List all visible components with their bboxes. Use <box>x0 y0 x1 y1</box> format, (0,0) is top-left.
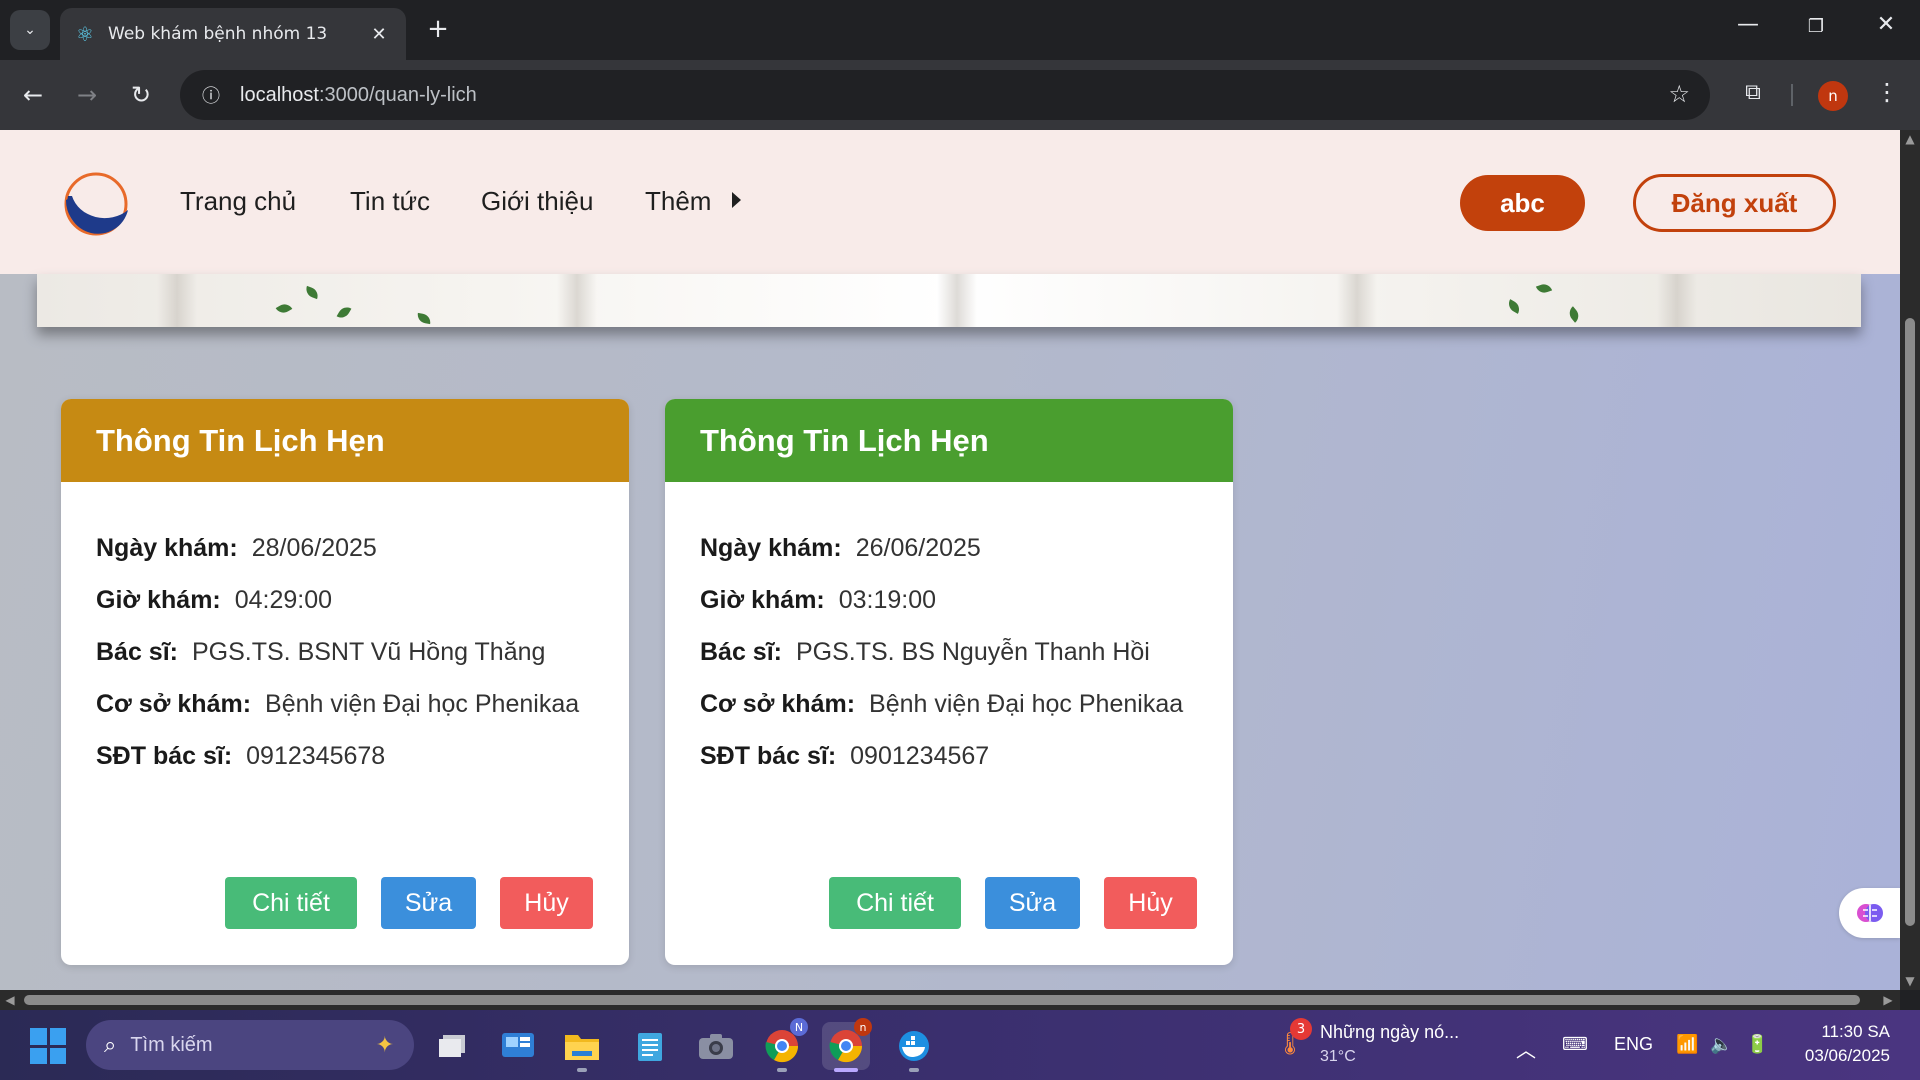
vertical-scrollbar[interactable]: ▲ ▼ <box>1900 130 1920 990</box>
copilot-sparkle-icon: ✦ <box>375 1032 394 1058</box>
clock-date: 03/06/2025 <box>1804 1046 1890 1065</box>
browser-menu-icon[interactable]: ⋮ <box>1872 78 1902 106</box>
appointment-card: Thông Tin Lịch Hẹn Ngày khám: 28/06/2025 … <box>61 399 629 965</box>
profile-badge: N <box>790 1018 808 1036</box>
facility-row: Cơ sở khám: Bệnh viện Đại học Phenikaa <box>96 690 580 718</box>
search-placeholder: Tìm kiếm <box>130 1033 213 1056</box>
appointment-date-row: Ngày khám: 28/06/2025 <box>96 534 377 562</box>
appointment-time-row: Giờ khám: 03:19:00 <box>700 586 937 614</box>
scroll-down-icon[interactable]: ▼ <box>1900 974 1920 988</box>
forward-button[interactable]: → <box>70 78 104 112</box>
facility-row: Cơ sở khám: Bệnh viện Đại học Phenikaa <box>700 690 1184 718</box>
url-text: localhost:3000/quan-ly-lich <box>240 83 477 106</box>
hero-banner-image <box>37 274 1861 327</box>
new-tab-button[interactable]: + <box>422 14 454 44</box>
profile-avatar[interactable]: n <box>1818 81 1848 111</box>
card-title: Thông Tin Lịch Hẹn <box>96 422 385 458</box>
weather-alert-badge: 3 <box>1290 1018 1312 1040</box>
detail-button[interactable]: Chi tiết <box>829 877 961 929</box>
react-icon: ⚛ <box>76 22 94 46</box>
brain-icon <box>1856 904 1883 922</box>
weather-temperature[interactable]: 31°C <box>1320 1048 1356 1066</box>
nav-news[interactable]: Tin tức <box>350 186 430 217</box>
clock-time: 11:30 SA <box>1821 1022 1890 1041</box>
chrome-profile-2-icon[interactable]: n <box>822 1018 872 1072</box>
site-logo[interactable] <box>58 166 134 242</box>
wifi-icon[interactable]: 📶 <box>1676 1034 1698 1055</box>
doctor-row: Bác sĩ: PGS.TS. BS Nguyễn Thanh Hồi <box>700 638 1150 666</box>
bookmark-star-icon[interactable]: ☆ <box>1668 80 1690 108</box>
weather-title[interactable]: Những ngày nó... <box>1320 1022 1459 1043</box>
windows-start-icon[interactable] <box>30 1028 66 1064</box>
card-header: Thông Tin Lịch Hẹn <box>61 399 629 482</box>
site-header: Trang chủ Tin tức Giới thiệu Thêm abc Đă… <box>0 130 1900 274</box>
restore-button[interactable]: ❐ <box>1796 16 1836 37</box>
horizontal-scroll-thumb[interactable] <box>24 995 1860 1005</box>
browser-tab[interactable]: ⚛ Web khám bệnh nhóm 13 ✕ <box>60 8 406 60</box>
widgets-app-icon[interactable] <box>494 1022 542 1070</box>
windows-taskbar: ⌕ Tìm kiếm ✦ N n 🌡 3 Những ngày nó... 31… <box>0 1010 1920 1080</box>
address-bar[interactable]: ⓘ localhost:3000/quan-ly-lich ☆ <box>180 70 1710 120</box>
search-icon: ⌕ <box>104 1032 117 1058</box>
vertical-scroll-thumb[interactable] <box>1905 318 1915 926</box>
browser-tab-strip: ⌄ ⚛ Web khám bệnh nhóm 13 ✕ + — ❐ ✕ <box>0 0 1920 60</box>
edit-button[interactable]: Sửa <box>985 877 1080 929</box>
detail-button[interactable]: Chi tiết <box>225 877 357 929</box>
logout-button[interactable]: Đăng xuất <box>1633 174 1836 232</box>
cancel-appointment-button[interactable]: Hủy <box>500 877 593 929</box>
docker-icon[interactable] <box>890 1022 938 1072</box>
keyboard-icon[interactable]: ⌨ <box>1562 1034 1588 1055</box>
card-title: Thông Tin Lịch Hẹn <box>700 422 989 458</box>
nav-about[interactable]: Giới thiệu <box>481 186 593 217</box>
input-language[interactable]: ENG <box>1614 1034 1653 1055</box>
doctor-row: Bác sĩ: PGS.TS. BSNT Vũ Hồng Thăng <box>96 638 546 666</box>
camera-app-icon[interactable] <box>692 1022 740 1070</box>
user-account-button[interactable]: abc <box>1460 175 1585 231</box>
nav-home[interactable]: Trang chủ <box>180 186 296 217</box>
caret-right-icon[interactable] <box>732 192 741 208</box>
scroll-right-icon[interactable]: ▶ <box>1878 993 1898 1007</box>
minimize-button[interactable]: — <box>1728 12 1768 37</box>
taskbar-search[interactable]: ⌕ Tìm kiếm ✦ <box>86 1020 414 1070</box>
close-window-button[interactable]: ✕ <box>1866 12 1906 37</box>
edit-button[interactable]: Sửa <box>381 877 476 929</box>
appointment-time-row: Giờ khám: 04:29:00 <box>96 586 333 614</box>
show-hidden-icons-chevron-icon[interactable]: ︿ <box>1516 1034 1536 1063</box>
chrome-profile-1-icon[interactable]: N <box>758 1018 808 1072</box>
card-header: Thông Tin Lịch Hẹn <box>665 399 1233 482</box>
browser-toolbar: ← → ↻ ⓘ localhost:3000/quan-ly-lich ☆ ⧉ … <box>0 60 1920 130</box>
doctor-phone-row: SĐT bác sĩ: 0912345678 <box>96 742 386 770</box>
appointment-date-row: Ngày khám: 26/06/2025 <box>700 534 981 562</box>
reload-button[interactable]: ↻ <box>124 78 158 112</box>
close-tab-icon[interactable]: ✕ <box>366 24 392 45</box>
volume-icon[interactable]: 🔈 <box>1710 1034 1732 1055</box>
profile-badge: n <box>854 1018 872 1036</box>
tab-search-button[interactable]: ⌄ <box>10 10 50 50</box>
appointment-card: Thông Tin Lịch Hẹn Ngày khám: 26/06/2025 … <box>665 399 1233 965</box>
tab-title: Web khám bệnh nhóm 13 <box>108 24 328 44</box>
notepad-icon[interactable] <box>626 1022 674 1070</box>
toolbar-divider <box>1791 84 1793 106</box>
doctor-phone-row: SĐT bác sĩ: 0901234567 <box>700 742 990 770</box>
scroll-left-icon[interactable]: ◀ <box>0 993 20 1007</box>
ai-assistant-button[interactable] <box>1839 888 1900 938</box>
site-info-icon[interactable]: ⓘ <box>196 80 226 110</box>
extensions-icon[interactable]: ⧉ <box>1738 80 1768 110</box>
battery-icon[interactable]: 🔋 <box>1746 1034 1768 1055</box>
scroll-up-icon[interactable]: ▲ <box>1900 132 1920 146</box>
nav-more[interactable]: Thêm <box>645 186 711 217</box>
task-view-icon[interactable] <box>428 1022 476 1070</box>
system-clock[interactable]: 11:30 SA 03/06/2025 <box>1805 1020 1890 1068</box>
horizontal-scrollbar[interactable]: ◀ ▶ <box>0 990 1900 1010</box>
page-viewport: Trang chủ Tin tức Giới thiệu Thêm abc Đă… <box>0 130 1900 990</box>
cancel-appointment-button[interactable]: Hủy <box>1104 877 1197 929</box>
file-explorer-icon[interactable] <box>558 1022 606 1072</box>
back-button[interactable]: ← <box>16 78 50 112</box>
